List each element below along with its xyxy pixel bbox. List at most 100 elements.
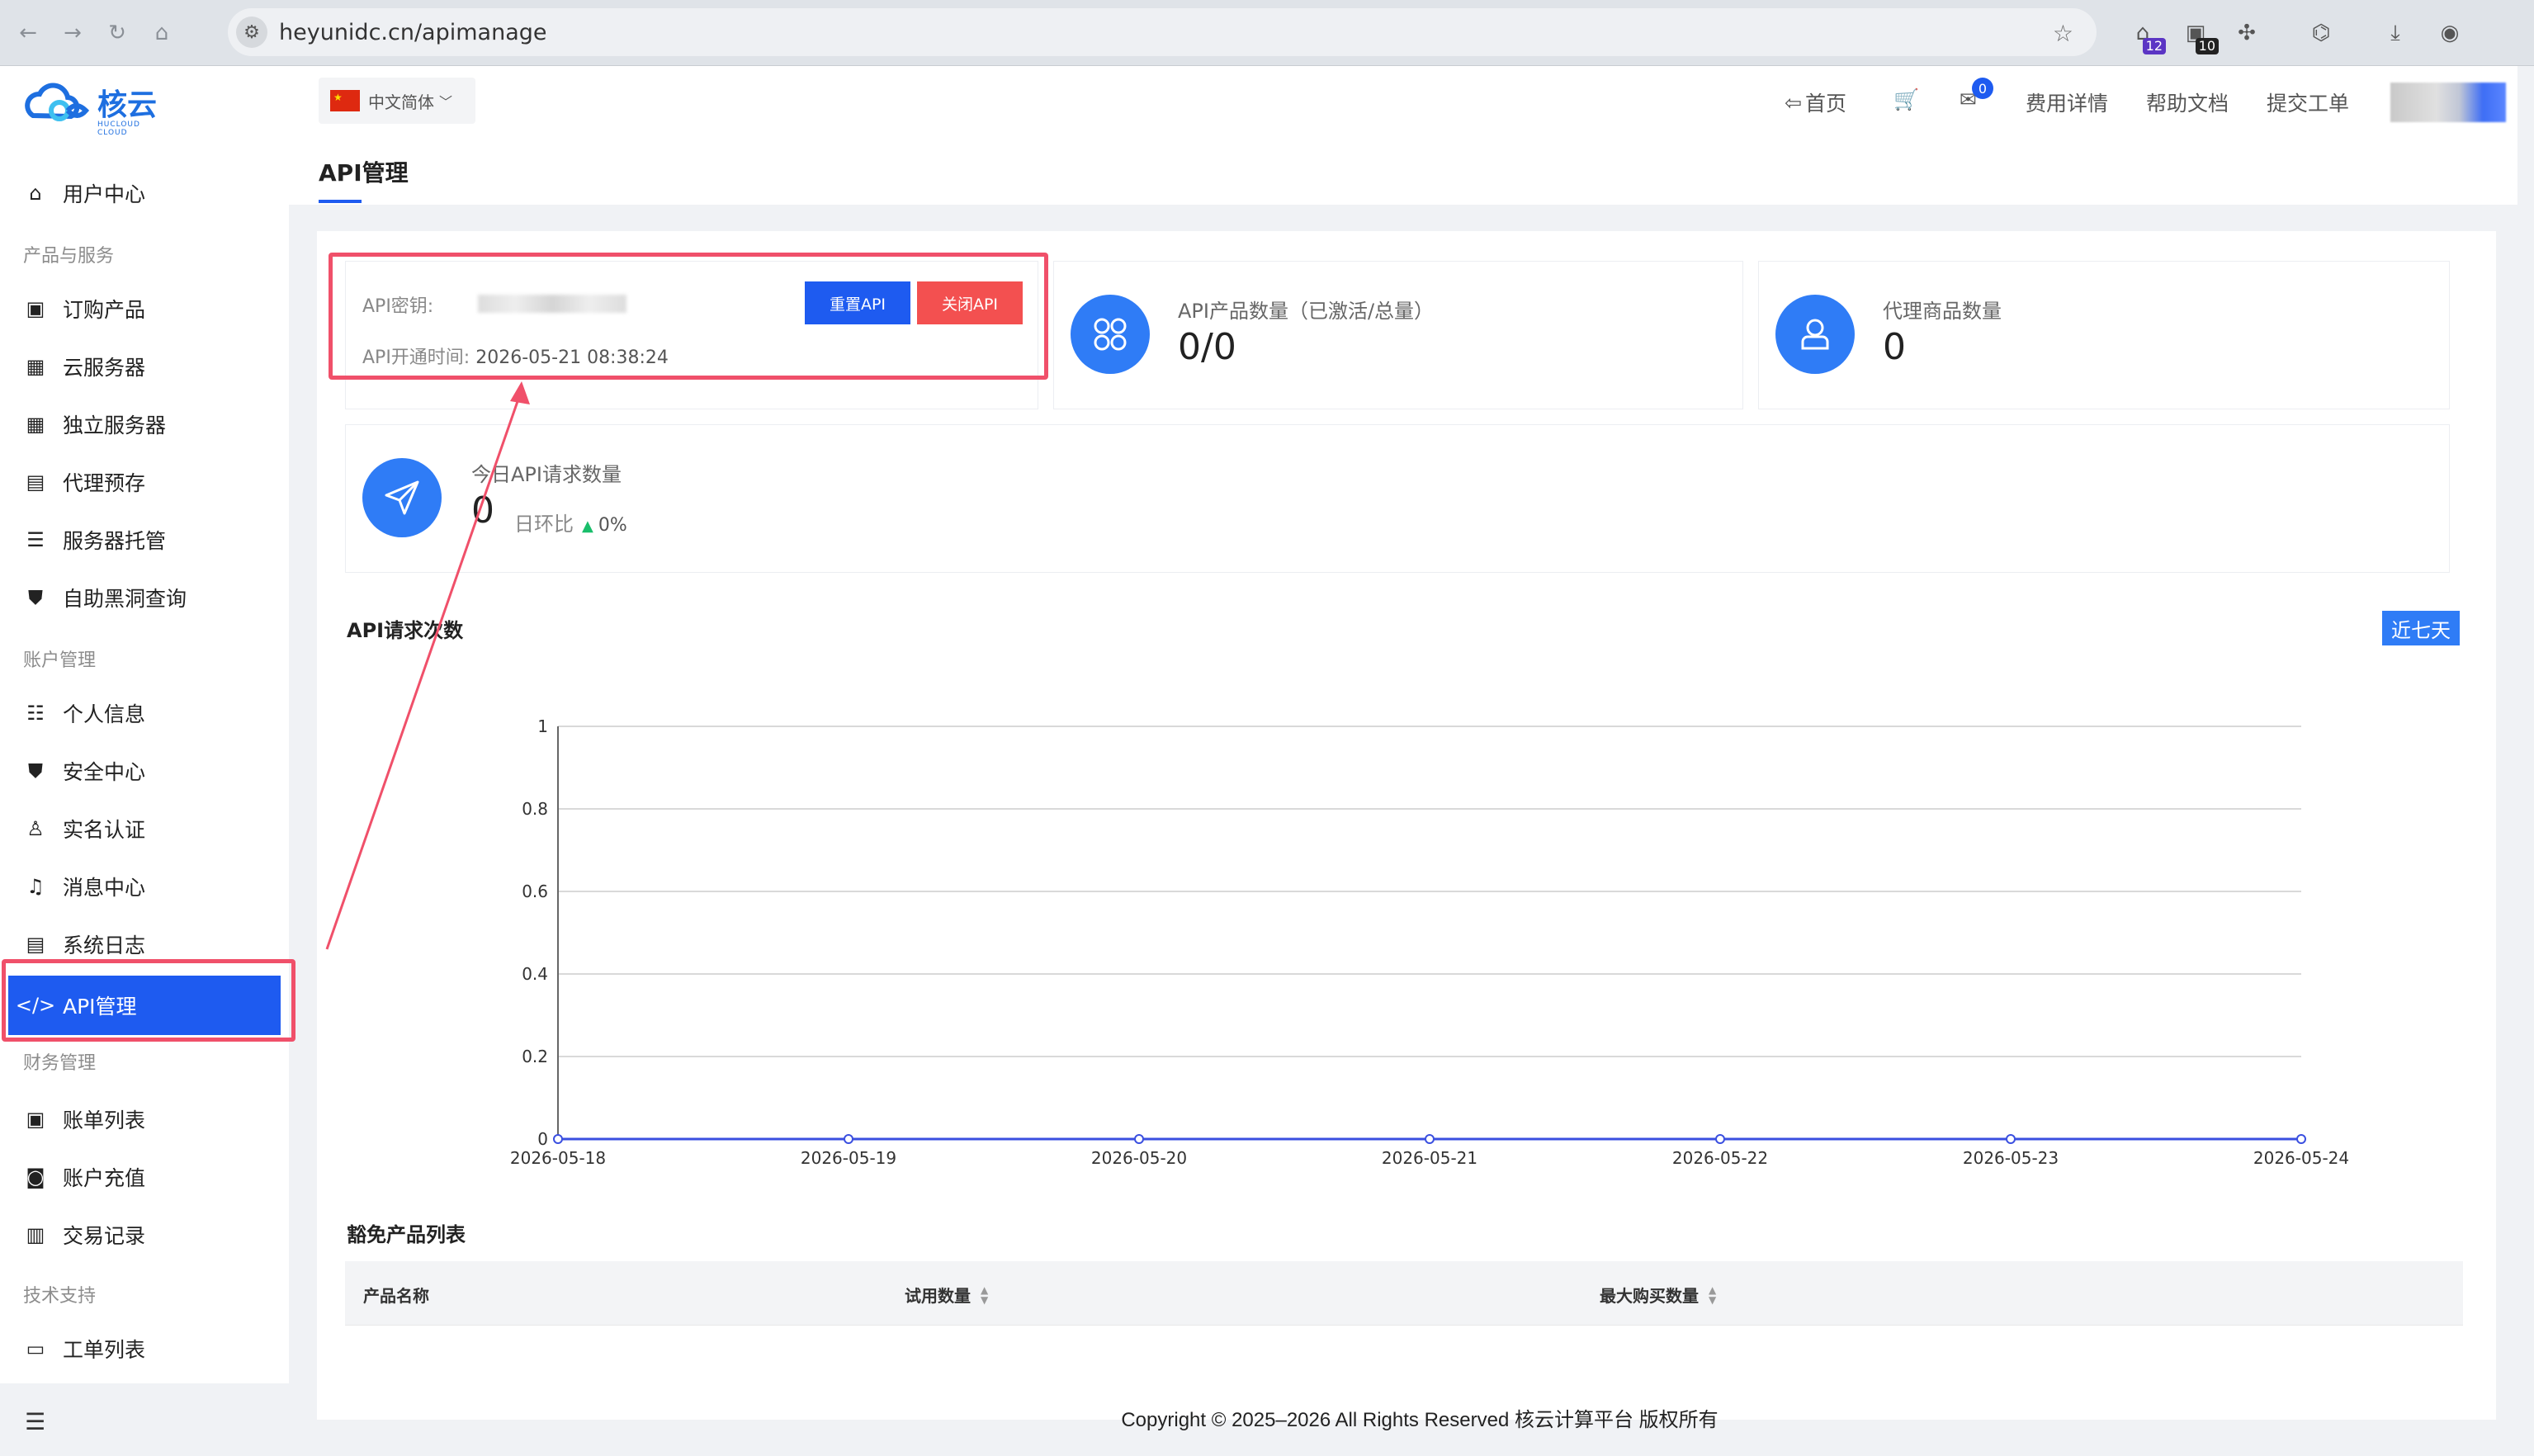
profile-icon[interactable]: ◉ — [2432, 15, 2468, 51]
site-info-icon[interactable]: ⚙ — [236, 17, 267, 48]
today-requests-value: 0 — [471, 489, 494, 532]
sidebar-item-label: 实名认证 — [63, 818, 146, 842]
sort-icon[interactable]: ▲ ▼ — [981, 1285, 988, 1305]
language-selector[interactable]: 中文简体 ﹀ — [319, 78, 475, 124]
ticket-link[interactable]: 提交工单 — [2267, 87, 2349, 117]
sidebar-item-security[interactable]: ⛊ 安全中心 — [23, 746, 271, 796]
download-icon[interactable]: ⤓ — [2377, 15, 2413, 51]
api-products-value: 0/0 — [1178, 326, 1236, 368]
sidebar-item-label: 用户中心 — [63, 182, 146, 206]
page-scrollbar[interactable] — [2517, 66, 2534, 1456]
logo-name: 核云 — [97, 88, 158, 122]
home-link[interactable]: ⇦ 首页 — [1785, 87, 1846, 117]
y-tick-label: 0.4 — [522, 964, 548, 984]
apps-icon — [1071, 295, 1150, 374]
group-account: 账户管理 — [23, 650, 97, 671]
chart-y-axis: 0 0.2 0.4 0.6 0.8 1 — [522, 716, 559, 1149]
log-icon: ▤ — [26, 933, 45, 956]
paper-plane-icon — [362, 458, 442, 537]
logo[interactable]: 核云 HUCLOUD CLOUD — [21, 83, 158, 137]
forward-icon[interactable]: → — [56, 17, 89, 50]
chart-grid — [558, 726, 2301, 1140]
group-support: 技术支持 — [23, 1286, 97, 1307]
sidebar-item-label: 服务器托管 — [63, 529, 167, 553]
billing-link[interactable]: 费用详情 — [2026, 87, 2108, 117]
title-underline — [319, 200, 362, 203]
data-point — [553, 1134, 563, 1144]
chart-title: API请求次数 — [347, 619, 464, 642]
cart-icon[interactable]: 🛒 — [1893, 87, 1919, 112]
column-label: 试用数量 — [905, 1286, 971, 1306]
sidebar-item-messages[interactable]: ♫ 消息中心 — [23, 862, 271, 911]
extension-icon-1[interactable]: ⌂ 12 — [2125, 15, 2166, 54]
extension-icon-2[interactable]: ▣ 10 — [2177, 15, 2219, 54]
sidebar-item-cloud-server[interactable]: ▦ 云服务器 — [23, 342, 271, 391]
data-point — [1715, 1134, 1725, 1144]
sidebar-item-recharge[interactable]: ◙ 账户充值 — [23, 1152, 271, 1202]
china-flag-icon — [330, 90, 360, 111]
lock-icon[interactable]: ⌬ — [2303, 15, 2339, 51]
puzzle-icon[interactable]: ✣ — [2229, 15, 2265, 51]
cloud-logo-icon — [25, 83, 90, 121]
sidebar-item-label: 系统日志 — [63, 934, 146, 957]
last-seven-days-button[interactable]: 近七天 — [2382, 611, 2460, 645]
sidebar-item-transactions[interactable]: ▥ 交易记录 — [23, 1210, 271, 1260]
group-products: 产品与服务 — [23, 246, 115, 267]
briefcase-icon: ▣ — [26, 1108, 45, 1131]
agent-goods-label: 代理商品数量 — [1883, 300, 2002, 323]
sidebar-item-server-hosting[interactable]: ☰ 服务器托管 — [23, 515, 271, 565]
person-icon: ♙ — [26, 817, 45, 840]
help-link[interactable]: 帮助文档 — [2146, 87, 2229, 117]
copyright-footer: Copyright © 2025–2026 All Rights Reserve… — [1121, 1409, 1718, 1431]
column-max-purchase[interactable]: 最大购买数量 ▲ ▼ — [1600, 1283, 1716, 1307]
sidebar-item-blackhole-query[interactable]: ⛊ 自助黑洞查询 — [23, 573, 271, 622]
x-tick-label: 2026-05-18 — [510, 1148, 606, 1168]
extension-badge: 12 — [2142, 38, 2166, 54]
avatar[interactable] — [2390, 83, 2506, 122]
sidebar-item-order-products[interactable]: ▣ 订购产品 — [23, 284, 271, 333]
sort-icon[interactable]: ▲ ▼ — [1709, 1285, 1716, 1305]
extension-badge: 10 — [2195, 38, 2219, 54]
annotation-highlight-sidebar — [2, 959, 295, 1042]
group-finance: 财务管理 — [23, 1053, 97, 1074]
arrow-up-icon: ▲ — [582, 518, 593, 535]
data-point — [1425, 1134, 1435, 1144]
x-tick-label: 2026-05-24 — [2253, 1148, 2349, 1168]
sidebar-item-label: 工单列表 — [63, 1338, 146, 1362]
mail-button[interactable]: ✉ 0 — [1960, 78, 1993, 111]
exempt-products-table-header: 产品名称 试用数量 ▲ ▼ 最大购买数量 ▲ ▼ — [345, 1261, 2463, 1326]
sidebar-item-agent-deposit[interactable]: ▤ 代理预存 — [23, 457, 271, 507]
agent-goods-card: 代理商品数量 0 — [1758, 261, 2450, 409]
data-point — [2296, 1134, 2306, 1144]
column-trial-quantity[interactable]: 试用数量 ▲ ▼ — [905, 1283, 988, 1307]
sidebar-item-label: 账户充值 — [63, 1166, 146, 1190]
sidebar-item-user-center[interactable]: ⌂ 用户中心 — [23, 168, 271, 218]
day-ratio-label: 日环比 — [514, 513, 574, 536]
sidebar-item-verification[interactable]: ♙ 实名认证 — [23, 804, 271, 853]
y-tick-label: 1 — [537, 716, 548, 736]
url-text[interactable]: heyunidc.cn/apimanage — [279, 20, 547, 45]
user-badge-icon — [1775, 295, 1855, 374]
home-icon[interactable]: ⌂ — [145, 17, 178, 50]
column-product-name: 产品名称 — [363, 1286, 429, 1306]
api-products-card: API产品数量（已激活/总量） 0/0 — [1053, 261, 1743, 409]
sidebar-item-profile[interactable]: ☷ 个人信息 — [23, 688, 271, 738]
reload-icon[interactable]: ↻ — [101, 17, 134, 50]
sidebar-item-label: 个人信息 — [63, 702, 146, 726]
chart-x-axis: 2026-05-18 2026-05-19 2026-05-20 2026-05-21… — [510, 1148, 2349, 1168]
sidebar-item-tickets[interactable]: ▭ 工单列表 — [23, 1324, 271, 1373]
today-requests-card: 今日API请求数量 0 日环比 ▲ 0% — [345, 424, 2450, 573]
api-products-label: API产品数量（已激活/总量） — [1178, 300, 1435, 323]
page-header: API管理 — [289, 140, 2517, 205]
home-icon: ⌂ — [29, 182, 42, 205]
sidebar-item-label: 消息中心 — [63, 876, 146, 900]
sidebar-item-label: 账单列表 — [63, 1109, 146, 1132]
sidebar-item-dedicated-server[interactable]: ▦ 独立服务器 — [23, 399, 271, 449]
sidebar-item-label: 订购产品 — [63, 298, 146, 322]
sidebar-item-bills[interactable]: ▣ 账单列表 — [23, 1094, 271, 1144]
bookmark-star-icon[interactable]: ☆ — [2053, 20, 2073, 47]
address-bar[interactable]: ⚙ heyunidc.cn/apimanage ☆ — [228, 8, 2097, 56]
shield-icon: ⛊ — [28, 759, 43, 782]
sidebar-item-label: 云服务器 — [63, 356, 146, 380]
back-icon[interactable]: ← — [12, 17, 45, 50]
